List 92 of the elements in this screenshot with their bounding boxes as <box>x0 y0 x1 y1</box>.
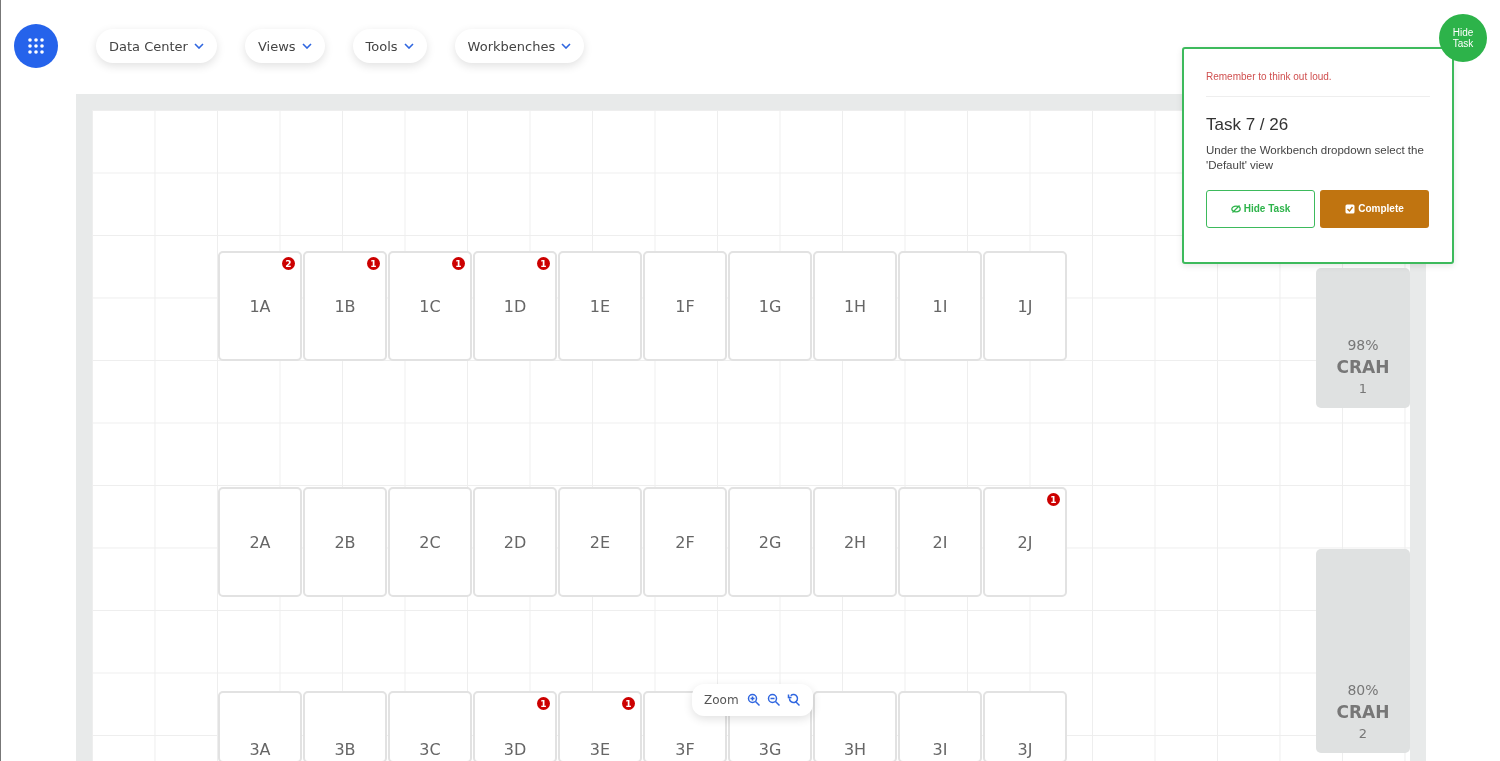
rack-label: 3D <box>503 740 527 759</box>
nav-dropdown[interactable]: Data Center <box>96 29 217 63</box>
rack-label: 2E <box>589 532 611 552</box>
rack-tile[interactable]: 1B 1 <box>303 251 387 361</box>
rack-label: 1I <box>932 296 948 316</box>
rack-tile[interactable]: 2G <box>728 487 812 597</box>
rack-label: 2B <box>334 532 356 552</box>
rack-tile[interactable]: 1F <box>643 251 727 361</box>
rack-tile[interactable]: 2B <box>303 487 387 597</box>
alert-count-badge: 1 <box>537 257 550 270</box>
alert-count-badge: 2 <box>282 257 295 270</box>
rack-tile[interactable]: 2H <box>813 487 897 597</box>
rack-tile[interactable]: 3H <box>813 691 897 761</box>
rack-label: 2F <box>675 532 695 552</box>
crah-unit[interactable]: 80% CRAH 2 <box>1316 549 1410 753</box>
rack-label: 3G <box>758 740 782 759</box>
rack-tile[interactable]: 2A <box>218 487 302 597</box>
eye-slash-icon <box>1230 204 1241 213</box>
rack-tile[interactable]: 3D 1 <box>473 691 557 761</box>
rack-label: 2A <box>249 532 271 552</box>
nav-dropdown[interactable]: Workbenches <box>454 29 585 63</box>
rack-label: 2J <box>1017 532 1033 552</box>
rack-label: 1D <box>503 296 527 316</box>
rack-label: 1C <box>419 296 441 316</box>
grid-dots-icon <box>27 37 45 55</box>
rack-tile[interactable]: 2D <box>473 487 557 597</box>
rack-tile[interactable]: 3C <box>388 691 472 761</box>
rack-tile[interactable]: 1H <box>813 251 897 361</box>
rack-tile[interactable]: 3E 1 <box>558 691 642 761</box>
alert-count-badge: 1 <box>452 257 465 270</box>
rack-label: 3F <box>675 740 695 759</box>
alert-count-badge: 1 <box>622 697 635 710</box>
crah-name: CRAH <box>1336 702 1390 722</box>
rack-label: 3J <box>1017 740 1033 759</box>
rack-tile[interactable]: 1I <box>898 251 982 361</box>
rack-label: 2G <box>758 532 782 552</box>
rack-tile[interactable]: 1C 1 <box>388 251 472 361</box>
rack-label: 1E <box>589 296 611 316</box>
rack-tile[interactable]: 1A 2 <box>218 251 302 361</box>
zoom-in-icon[interactable] <box>746 693 761 707</box>
task-description: Under the Workbench dropdown select the 'Default' view <box>1206 143 1425 173</box>
rack-label: 1H <box>843 296 867 316</box>
rack-tile[interactable]: 1E <box>558 251 642 361</box>
rack-tile[interactable]: 3I <box>898 691 982 761</box>
rack-tile[interactable]: 2E <box>558 487 642 597</box>
rack-label: 3E <box>589 740 611 759</box>
crah-name: CRAH <box>1336 357 1390 377</box>
crah-number: 1 <box>1358 381 1368 396</box>
rack-tile[interactable]: 2F <box>643 487 727 597</box>
rack-label: 3I <box>932 740 948 759</box>
zoom-reset-icon[interactable] <box>786 693 801 707</box>
rack-label: 1G <box>758 296 782 316</box>
nav-dropdown[interactable]: Views <box>244 29 325 63</box>
chevron-down-icon <box>561 43 572 49</box>
rack-label: 3A <box>249 740 271 759</box>
chevron-down-icon <box>403 43 414 49</box>
rack-label: 1A <box>249 296 271 316</box>
rack-label: 2H <box>843 532 867 552</box>
rack-label: 2D <box>503 532 527 552</box>
rack-label: 1F <box>675 296 695 316</box>
rack-tile[interactable]: 3A <box>218 691 302 761</box>
crah-percent: 98% <box>1347 337 1379 353</box>
crah-unit[interactable]: 98% CRAH 1 <box>1316 268 1410 408</box>
rack-tile[interactable]: 1D 1 <box>473 251 557 361</box>
rack-label: 1B <box>334 296 356 316</box>
apps-menu-button[interactable] <box>14 24 58 68</box>
rack-label: 3B <box>334 740 356 759</box>
rack-tile[interactable]: 1J <box>983 251 1067 361</box>
chevron-down-icon <box>193 43 204 49</box>
rack-tile[interactable]: 2I <box>898 487 982 597</box>
nav-dropdown[interactable]: Tools <box>352 29 427 63</box>
rack-tile[interactable]: 2J 1 <box>983 487 1067 597</box>
rack-tile[interactable]: 3B <box>303 691 387 761</box>
rack-label: 3H <box>843 740 867 759</box>
rack-label: 3C <box>419 740 441 759</box>
alert-count-badge: 1 <box>537 697 550 710</box>
rack-tile[interactable]: 1G <box>728 251 812 361</box>
zoom-out-icon[interactable] <box>766 693 781 707</box>
crah-number: 2 <box>1358 726 1368 741</box>
rack-label: 2C <box>419 532 441 552</box>
alert-count-badge: 1 <box>1047 493 1060 506</box>
rack-label: 2I <box>932 532 948 552</box>
crah-percent: 80% <box>1347 682 1379 698</box>
task-title: Task 7 / 26 <box>1206 115 1290 135</box>
alert-count-badge: 1 <box>367 257 380 270</box>
reminder-text: Remember to think out loud. <box>1206 71 1430 97</box>
checkbox-icon <box>1345 203 1356 214</box>
complete-button[interactable]: Complete <box>1320 189 1429 228</box>
rack-tile[interactable]: 3J <box>983 691 1067 761</box>
rack-label: 1J <box>1017 296 1033 316</box>
rack-tile[interactable]: 2C <box>388 487 472 597</box>
chevron-down-icon <box>301 43 312 49</box>
